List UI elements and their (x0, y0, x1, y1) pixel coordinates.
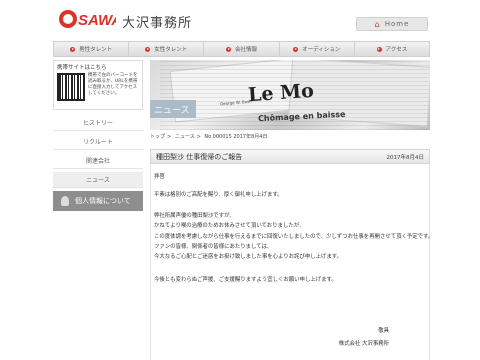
nav-item-female-talent[interactable]: 女性タレント (129, 42, 205, 56)
nav-label: 会社情報 (235, 47, 258, 53)
svg-text:SAWA: SAWA (78, 12, 116, 29)
arrow-right-icon (293, 46, 299, 52)
breadcrumb: トップ > ニュース > No.000015 2017年8月4日 (150, 134, 268, 140)
sidebar-item-news[interactable]: ニュース (53, 172, 143, 188)
privacy-policy-button[interactable]: 個人情報について (53, 191, 143, 211)
nav-label: 男性タレント (79, 47, 113, 53)
arrow-right-icon (145, 46, 151, 52)
osawa-logo[interactable]: SAWA (58, 8, 116, 30)
sidebar: 携帯サイトはこちら 携帯で左のバーコードを読み取るか、URLを携帯に直接入力して… (53, 60, 143, 360)
arrow-right-icon (226, 46, 231, 52)
article-line: かねてより喉の治療のためお休みさせて頂いておりましたが、 (154, 223, 305, 230)
sidebar-item-history[interactable]: ヒストリー (53, 115, 143, 131)
nav-item-audition[interactable]: オーディション (280, 42, 355, 56)
breadcrumb-news[interactable]: ニュース (175, 134, 195, 140)
mobile-site-title: 携帯サイトはこちら (57, 65, 107, 71)
home-button[interactable]: ⌂ Home (356, 17, 428, 31)
privacy-label: 個人情報について (75, 197, 131, 205)
banner-news-label: ニュース (150, 100, 196, 118)
nav-label: アクセス (385, 47, 408, 53)
side-menu: ヒストリー リクルート 関連会社 ニュース (53, 115, 143, 188)
home-label: Home (384, 20, 410, 28)
article-signature: 株式会社 大沢事務所 (338, 341, 389, 347)
qr-code-icon (57, 73, 85, 101)
article-title: 種田梨沙 仕事復帰のご報告 (156, 152, 243, 161)
article-date: 2017年8月4日 (386, 154, 425, 161)
article-line: 弊社所属声優の種田梨沙ですが、 (154, 212, 235, 219)
nav-item-male-talent[interactable]: 男性タレント (54, 42, 130, 56)
article-paragraph: 今後とも変わらぬご声援、ご支援賜りますよう宜しくお願い申し上げます。 (154, 276, 337, 283)
breadcrumb-top[interactable]: トップ (150, 134, 165, 140)
article-closing: 敬具 (378, 328, 389, 334)
main-nav: 男性タレント 女性タレント 会社情報 オーディション アクセス (53, 41, 430, 57)
article-title-bar: 種田梨沙 仕事復帰のご報告 2017年8月4日 (150, 149, 430, 164)
site-header: SAWA 大沢事務所 ⌂ Home (0, 0, 480, 40)
nav-label: オーディション (302, 47, 341, 53)
nav-item-company-info[interactable]: 会社情報 (204, 42, 280, 56)
news-banner: Le Mo George W. Bush Chômage en baisse ニ… (150, 60, 430, 130)
article-body: 拝啓 平素は格別のご高配を賜り、厚く御礼申し上げます。 弊社所属声優の種田梨沙で… (150, 164, 434, 360)
mobile-site-description: 携帯で左のバーコードを読み取るか、URLを携帯に直接入力してアクセスしてください… (88, 73, 138, 96)
home-icon: ⌂ (374, 19, 381, 29)
company-name: 大沢事務所 (122, 16, 193, 31)
nav-item-access[interactable]: アクセス (355, 42, 429, 56)
mobile-site-box: 携帯サイトはこちら 携帯で左のバーコードを読み取るか、URLを携帯に直接入力して… (53, 60, 143, 110)
sidebar-item-affiliates[interactable]: 関連会社 (53, 153, 143, 169)
article-line: この度体調を考慮しながら仕事を行えるまでに回復いたしましたので、少しずつお仕事を… (154, 233, 434, 240)
arrow-right-icon (70, 46, 76, 52)
article-line: ファンの皆様、関係者の皆様にあたりましては、 (154, 244, 273, 251)
privacy-badge-icon (61, 196, 69, 206)
breadcrumb-current: No.000015 2017年8月4日 (204, 134, 268, 140)
arrow-right-icon (376, 46, 382, 52)
sidebar-item-recruit[interactable]: リクルート (53, 134, 143, 150)
banner-headline: Le Mo (247, 79, 315, 107)
nav-label: 女性タレント (154, 47, 188, 53)
